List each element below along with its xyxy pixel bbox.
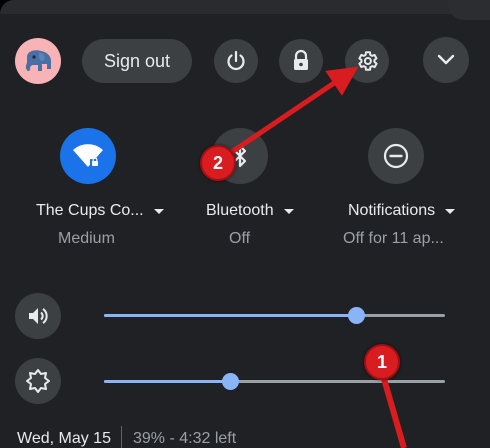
- callout-2-text: 2: [212, 152, 223, 173]
- arrow-to-settings: [218, 66, 359, 163]
- callout-number-2: 2: [200, 145, 236, 181]
- callout-1-text: 1: [376, 351, 387, 372]
- annotation-arrows: [218, 66, 407, 448]
- callout-number-1: 1: [364, 344, 400, 380]
- quick-settings-panel: Sign out The Cups Co... Medium Bluetooth…: [0, 0, 490, 448]
- arrow-to-status-area: [379, 371, 407, 448]
